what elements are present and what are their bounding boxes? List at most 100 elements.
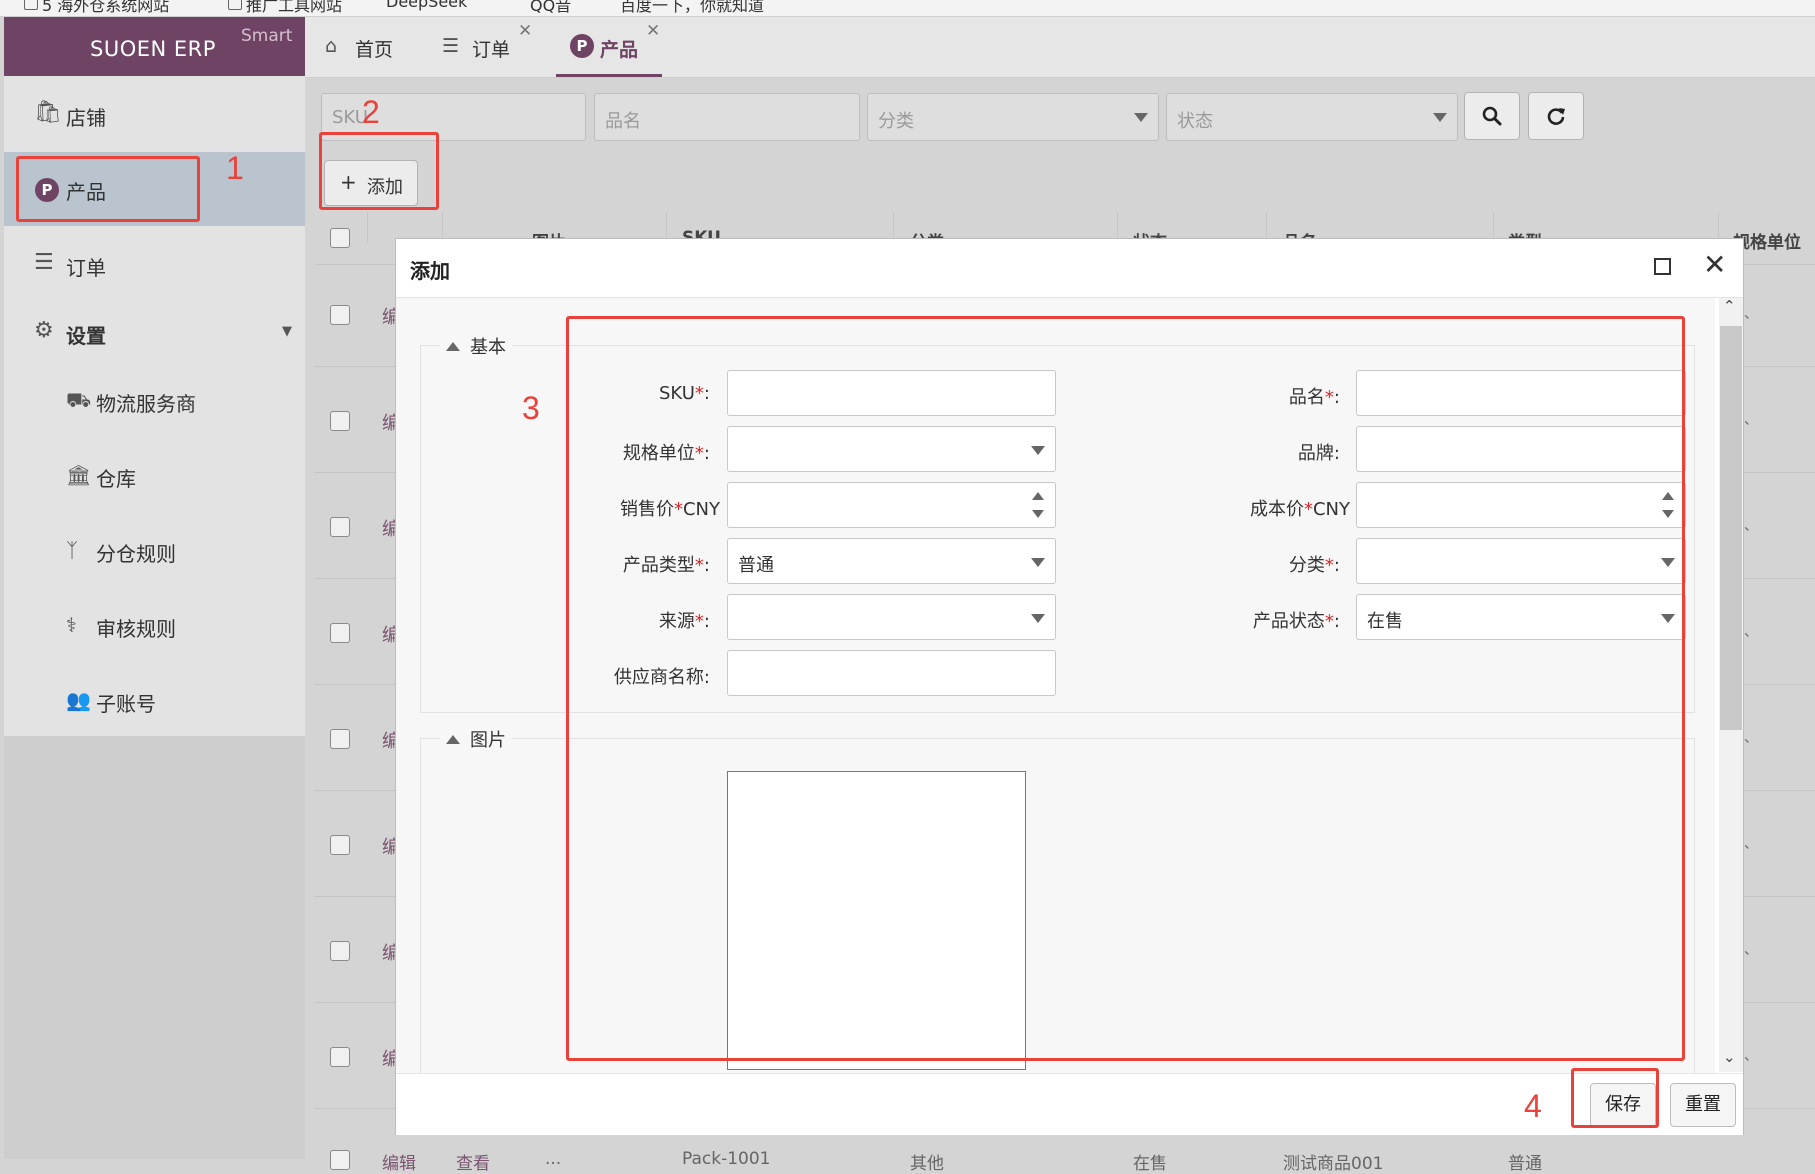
shop-icon: 🛍 <box>34 100 62 125</box>
row-cell-fragment: 、 <box>1744 306 1758 322</box>
row-checkbox[interactable] <box>330 411 350 431</box>
annotation-number-4: 4 <box>1524 1088 1542 1124</box>
chevron-down-icon[interactable]: ⌄ <box>1723 1048 1736 1066</box>
row-view-link[interactable]: 查看 <box>456 1149 490 1174</box>
name-search-input[interactable]: 品名 <box>594 93 860 141</box>
tab-label: 首页 <box>355 39 394 61</box>
table-cell: ... <box>545 1149 562 1169</box>
row-checkbox[interactable] <box>330 305 350 325</box>
tab-label: 订单 <box>472 39 511 61</box>
maximize-icon[interactable] <box>1654 258 1671 275</box>
chevron-up-icon[interactable]: ⌃ <box>1723 297 1736 315</box>
image-section-toggle[interactable]: 图片 <box>440 726 512 752</box>
section-title: 基本 <box>470 337 506 358</box>
sidebar-sub-item-review-rules[interactable]: ⚕ 审核规则 <box>4 595 305 657</box>
refresh-icon <box>1547 108 1565 125</box>
category-select[interactable]: 分类 <box>867 93 1159 141</box>
bookmark-3[interactable]: DeepSeek <box>386 0 467 11</box>
sidebar-item-shop[interactable]: 🛍 店铺 <box>4 80 305 150</box>
row-checkbox[interactable] <box>330 623 350 643</box>
row-edit-link[interactable]: 编辑 <box>382 1149 416 1174</box>
close-icon[interactable]: ✕ <box>1703 248 1726 281</box>
annotation-number-3: 3 <box>522 390 540 426</box>
reset-button[interactable]: 重置 <box>1670 1083 1736 1127</box>
row-cell-fragment: 、 <box>1744 836 1758 852</box>
table-cell: Pack-1001 <box>682 1149 771 1169</box>
status-select[interactable]: 状态 <box>1166 93 1458 141</box>
search-button[interactable] <box>1464 92 1520 140</box>
sidebar-sub-label: 分仓规则 <box>96 542 176 566</box>
basic-section-toggle[interactable]: 基本 <box>440 333 512 359</box>
sidebar-sub-label: 子账号 <box>96 692 156 716</box>
annotation-box-2 <box>319 132 439 210</box>
table-cell: 普通 <box>1508 1154 1542 1174</box>
chevron-up-icon <box>446 735 460 744</box>
sidebar-item-orders[interactable]: ☰ 订单 <box>4 230 305 300</box>
name-placeholder: 品名 <box>605 111 641 132</box>
row-checkbox[interactable] <box>330 1047 350 1067</box>
row-checkbox[interactable] <box>330 729 350 749</box>
row-cell-fragment: 、 <box>1744 412 1758 428</box>
bookmark-folder-icon <box>228 0 242 10</box>
annotation-number-2: 2 <box>362 94 380 130</box>
bookmark-folder-icon <box>24 0 38 10</box>
table-cell: 测试商品001 <box>1283 1154 1384 1174</box>
sidebar-sub-item-logistics[interactable]: ⛟ 物流服务商 <box>4 370 305 432</box>
sidebar-item-settings[interactable]: ⚙ 设置 ▼ <box>4 298 305 368</box>
row-cell-fragment: 、 <box>1744 730 1758 746</box>
bank-icon: 🏛 <box>66 463 92 487</box>
list-icon: ☰ <box>442 35 460 57</box>
home-icon: ⌂ <box>325 35 338 57</box>
chevron-down-icon <box>1134 113 1148 122</box>
sidebar-item-label: 设置 <box>66 324 106 348</box>
stethoscope-icon: ⚕ <box>66 613 77 637</box>
row-cell-fragment: 、 <box>1744 624 1758 640</box>
row-checkbox[interactable] <box>330 1150 350 1170</box>
scrollbar-thumb[interactable] <box>1720 326 1742 730</box>
bookmark-1[interactable]: 5 海外仓系统网站 <box>42 0 169 16</box>
chevron-down-icon <box>1433 113 1447 122</box>
table-cell: 在售 <box>1133 1154 1167 1174</box>
sidebar-item-label: 订单 <box>66 256 106 280</box>
annotation-box-1 <box>16 156 200 222</box>
annotation-box-4 <box>1571 1068 1659 1128</box>
sidebar-sub-label: 仓库 <box>96 467 136 491</box>
bookmark-2[interactable]: 推广工具网站 <box>246 0 342 16</box>
tab-label: 产品 <box>600 39 639 61</box>
truck-icon: ⛟ <box>66 388 92 412</box>
p-badge-icon: P <box>570 34 594 58</box>
sidebar-sub-item-split-rules[interactable]: ᛉ 分仓规则 <box>4 520 305 582</box>
brand-title: SUOEN ERP <box>90 37 216 61</box>
sidebar-empty-area <box>4 736 305 1159</box>
bookmark-5[interactable]: 百度一下，你就知道 <box>620 0 764 16</box>
search-icon <box>1482 106 1502 126</box>
modal-title: 添加 <box>410 259 450 283</box>
sidebar-sub-label: 物流服务商 <box>96 392 196 416</box>
close-icon[interactable]: ✕ <box>518 21 532 41</box>
annotation-box-3 <box>566 316 1685 1061</box>
refresh-button[interactable] <box>1528 92 1584 140</box>
sidebar-item-label: 店铺 <box>66 106 106 130</box>
select-all-checkbox[interactable] <box>330 228 350 248</box>
annotation-number-1: 1 <box>226 150 244 186</box>
bookmark-4[interactable]: QQ音 <box>530 0 571 16</box>
sidebar-sub-item-warehouse[interactable]: 🏛 仓库 <box>4 445 305 507</box>
brand-tag: Smart <box>241 26 293 46</box>
tab-active-indicator <box>556 74 662 77</box>
sidebar-sub-label: 审核规则 <box>96 617 176 641</box>
table-cell: 其他 <box>910 1154 944 1174</box>
close-icon[interactable]: ✕ <box>646 21 660 41</box>
status-placeholder: 状态 <box>1177 111 1213 132</box>
row-checkbox[interactable] <box>330 941 350 961</box>
row-cell-fragment: 、 <box>1744 518 1758 534</box>
sidebar-sub-item-subaccounts[interactable]: 👥 子账号 <box>4 670 305 732</box>
row-cell-fragment: 、 <box>1744 1048 1758 1064</box>
modal-header <box>396 239 1743 298</box>
section-title: 图片 <box>470 730 506 751</box>
category-placeholder: 分类 <box>878 111 914 132</box>
row-checkbox[interactable] <box>330 835 350 855</box>
row-checkbox[interactable] <box>330 517 350 537</box>
gear-icon: ⚙ <box>34 318 54 343</box>
column-separator <box>367 212 368 242</box>
bookmarks-bar: 5 海外仓系统网站 推广工具网站 DeepSeek QQ音 百度一下，你就知道 <box>0 0 1815 17</box>
